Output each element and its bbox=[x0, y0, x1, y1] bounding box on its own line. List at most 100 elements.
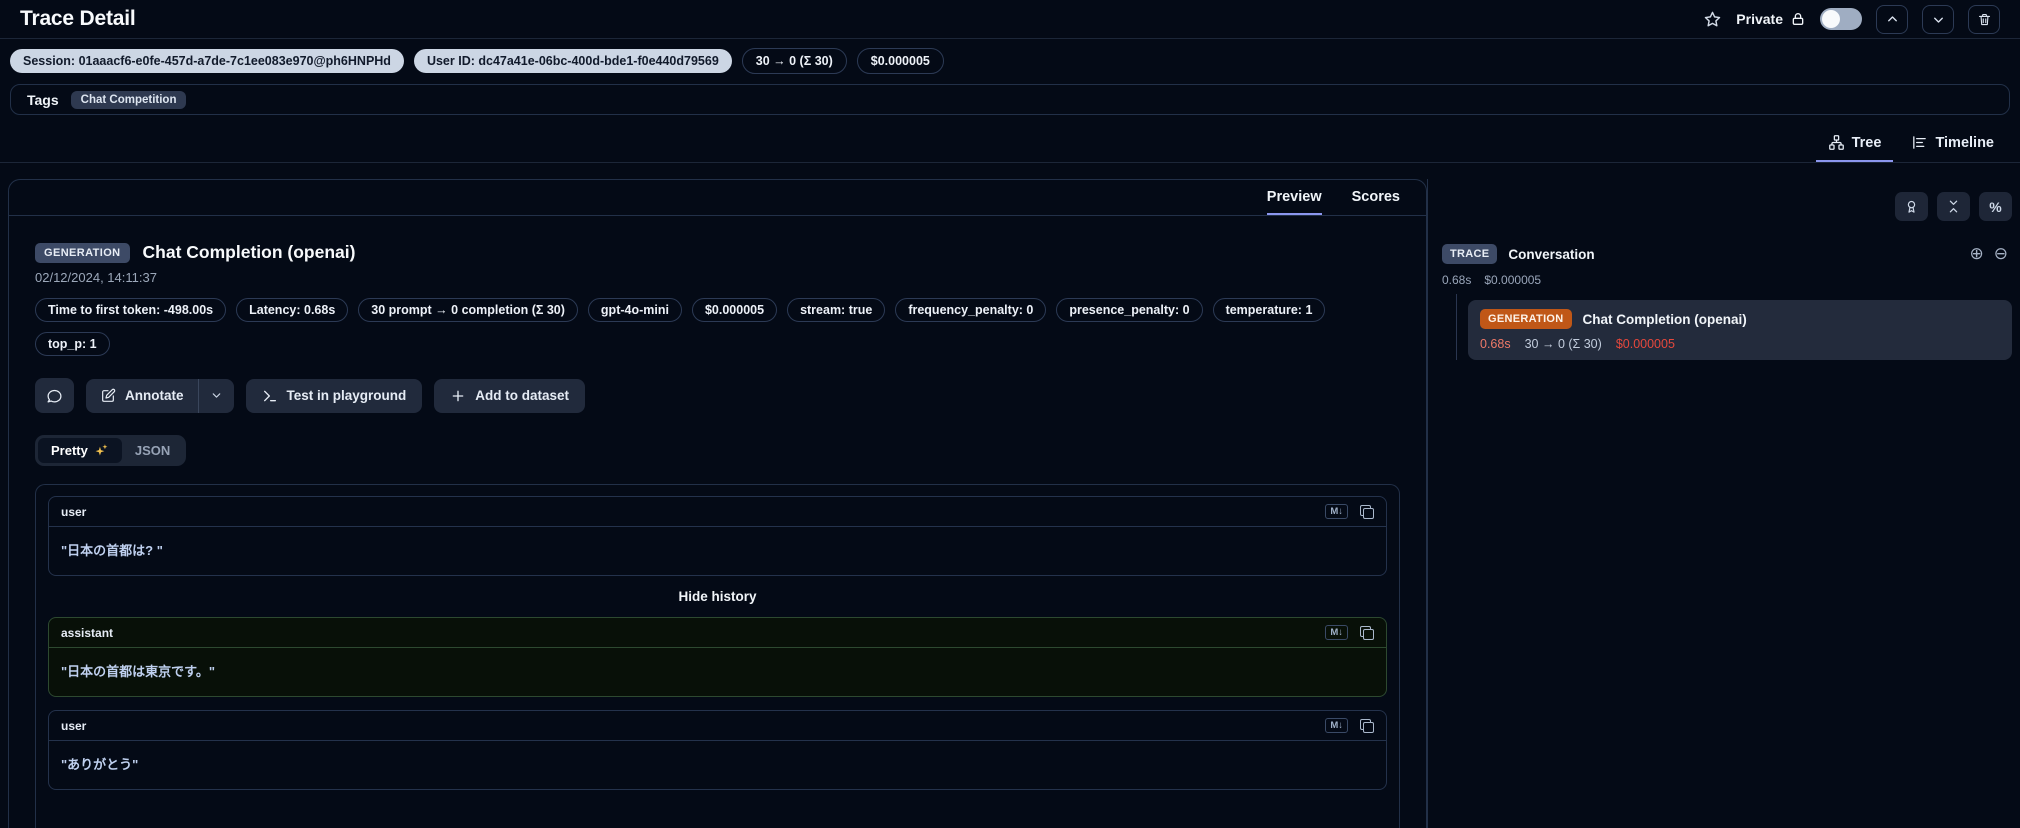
trace-metrics: 0.68s $0.000005 bbox=[1428, 273, 2012, 287]
percent-icon: % bbox=[1989, 198, 2002, 215]
tree-expand-controls: ⊕ ⊖ bbox=[1970, 245, 2013, 263]
markdown-toggle-icon[interactable]: M↓ bbox=[1325, 625, 1348, 640]
content-area: Preview Scores GENERATION Chat Completio… bbox=[0, 179, 2020, 828]
star-icon bbox=[1703, 10, 1722, 29]
comment-bubble-icon bbox=[46, 387, 63, 404]
next-trace-button[interactable] bbox=[1922, 4, 1954, 34]
terminal-icon bbox=[262, 388, 278, 404]
message-box-user-2: user M↓ "ありがとう" bbox=[48, 710, 1387, 790]
delete-trace-button[interactable] bbox=[1968, 4, 2000, 34]
trace-title: Conversation bbox=[1508, 246, 1595, 262]
format-toggle: Pretty JSON bbox=[35, 435, 187, 466]
panel-tabs: Preview Scores bbox=[9, 180, 1426, 216]
generation-latency: 0.68s bbox=[1480, 337, 1511, 351]
collapse-node-icon[interactable]: ⊖ bbox=[1994, 245, 2008, 263]
generation-tokens: 30 → 0 (Σ 30) bbox=[1524, 337, 1602, 351]
metric-pill: temperature: 1 bbox=[1212, 298, 1326, 322]
message-header: assistant M↓ bbox=[49, 618, 1386, 648]
playground-label: Test in playground bbox=[286, 388, 407, 403]
metric-pill: frequency_penalty: 0 bbox=[895, 298, 1047, 322]
tab-preview[interactable]: Preview bbox=[1266, 189, 1322, 215]
bookmark-star-button[interactable] bbox=[1703, 10, 1722, 29]
generation-node-badge: GENERATION bbox=[1480, 309, 1572, 329]
scores-toggle-button[interactable] bbox=[1895, 192, 1928, 221]
trace-cost: $0.000005 bbox=[1484, 273, 1542, 287]
tree-toolbar: % bbox=[1428, 192, 2012, 221]
tab-scores[interactable]: Scores bbox=[1352, 189, 1400, 215]
metric-pill: presence_penalty: 0 bbox=[1056, 298, 1203, 322]
tags-label: Tags bbox=[27, 91, 59, 108]
privacy-label: Private bbox=[1736, 11, 1783, 27]
markdown-toggle-icon[interactable]: M↓ bbox=[1325, 718, 1348, 733]
trace-node-row[interactable]: TRACE Conversation ⊕ ⊖ bbox=[1428, 244, 2012, 264]
trace-tree-panel: % TRACE Conversation ⊕ ⊖ 0.68s $0.000005… bbox=[1427, 179, 2020, 828]
collapse-all-button[interactable] bbox=[1937, 192, 1970, 221]
tree-children: GENERATION Chat Completion (openai) 0.68… bbox=[1456, 294, 2012, 360]
top-header: Trace Detail Private bbox=[0, 0, 2020, 39]
message-role: user bbox=[61, 504, 87, 519]
view-tabbar: Tree Timeline bbox=[0, 127, 2020, 163]
copy-icon[interactable] bbox=[1360, 625, 1374, 640]
expand-all-icon[interactable]: ⊕ bbox=[1970, 245, 1984, 263]
page-title: Trace Detail bbox=[20, 7, 136, 30]
observation-body: GENERATION Chat Completion (openai) 02/1… bbox=[9, 216, 1426, 828]
json-toggle[interactable]: JSON bbox=[122, 438, 183, 463]
generation-type-badge: GENERATION bbox=[35, 242, 130, 263]
annotate-button[interactable]: Annotate bbox=[86, 379, 198, 413]
edit-pencil-icon bbox=[100, 388, 116, 404]
user-id-badge[interactable]: User ID: dc47a41e-06bc-400d-bde1-f0e440d… bbox=[413, 49, 732, 73]
message-header: user M↓ bbox=[49, 497, 1386, 527]
metric-pill: top_p: 1 bbox=[35, 332, 110, 356]
timeline-icon bbox=[1911, 134, 1928, 151]
generation-node-title: Chat Completion (openai) bbox=[1582, 311, 1747, 327]
tags-row[interactable]: Tags Chat Competition bbox=[10, 84, 2010, 115]
metric-pills-row-2: top_p: 1 bbox=[35, 332, 1400, 356]
message-content: "日本の首都は東京です。" bbox=[61, 664, 216, 679]
io-preview-container: user M↓ "日本の首都は? " Hide history assistan… bbox=[35, 484, 1400, 828]
trace-node-label: TRACE Conversation bbox=[1442, 244, 1595, 264]
message-box-assistant: assistant M↓ "日本の首都は東京です。" bbox=[48, 617, 1387, 697]
metric-pill: 30 prompt → 0 completion (Σ 30) bbox=[358, 298, 578, 322]
generation-node-metrics: 0.68s 30 → 0 (Σ 30) $0.000005 bbox=[1480, 337, 2000, 351]
lock-icon bbox=[1790, 11, 1806, 27]
token-usage-badge: 30 → 0 (Σ 30) bbox=[741, 48, 847, 74]
observation-detail-card: Preview Scores GENERATION Chat Completio… bbox=[8, 179, 1427, 828]
annotate-dropdown-button[interactable] bbox=[199, 379, 234, 413]
session-badge[interactable]: Session: 01aaacf6-e0fe-457d-a7de-7c1ee08… bbox=[10, 49, 404, 73]
privacy-toggle[interactable] bbox=[1820, 8, 1862, 30]
message-role: user bbox=[61, 718, 87, 733]
tab-timeline[interactable]: Timeline bbox=[1899, 127, 2006, 162]
generation-cost: $0.000005 bbox=[1615, 337, 1675, 351]
header-controls: Private bbox=[1703, 4, 2000, 34]
plus-icon bbox=[450, 388, 466, 404]
message-content: "ありがとう" bbox=[61, 757, 139, 772]
trash-icon bbox=[1977, 12, 1992, 27]
pretty-toggle[interactable]: Pretty bbox=[38, 438, 122, 463]
generation-node-selected[interactable]: GENERATION Chat Completion (openai) 0.68… bbox=[1468, 300, 2012, 360]
cost-badge: $0.000005 bbox=[856, 48, 944, 74]
hide-history-button[interactable]: Hide history bbox=[48, 589, 1387, 604]
chevron-down-icon bbox=[1931, 12, 1946, 27]
copy-icon[interactable] bbox=[1360, 718, 1374, 733]
tree-icon bbox=[1828, 134, 1845, 151]
test-in-playground-button[interactable]: Test in playground bbox=[245, 378, 423, 413]
trace-type-badge: TRACE bbox=[1442, 244, 1498, 264]
metric-pills-row: Time to first token: -498.00s Latency: 0… bbox=[35, 298, 1400, 322]
metric-pill: $0.000005 bbox=[691, 298, 778, 322]
metric-pill: Latency: 0.68s bbox=[236, 298, 349, 322]
annotate-label: Annotate bbox=[125, 388, 184, 403]
tab-tree[interactable]: Tree bbox=[1815, 127, 1894, 162]
metrics-toggle-button[interactable]: % bbox=[1979, 192, 2012, 221]
copy-icon[interactable] bbox=[1360, 504, 1374, 519]
observation-title: Chat Completion (openai) bbox=[142, 242, 356, 262]
message-header: user M↓ bbox=[49, 711, 1386, 741]
add-to-dataset-button[interactable]: Add to dataset bbox=[434, 378, 586, 413]
trace-latency: 0.68s bbox=[1442, 273, 1472, 287]
annotate-split-button: Annotate bbox=[86, 378, 234, 413]
tag-chip[interactable]: Chat Competition bbox=[70, 90, 187, 109]
markdown-toggle-icon[interactable]: M↓ bbox=[1325, 504, 1348, 519]
trace-meta-badges: Session: 01aaacf6-e0fe-457d-a7de-7c1ee08… bbox=[0, 39, 2020, 79]
comment-button[interactable] bbox=[35, 378, 74, 413]
metric-pill: Time to first token: -498.00s bbox=[35, 298, 227, 322]
prev-trace-button[interactable] bbox=[1876, 4, 1908, 34]
